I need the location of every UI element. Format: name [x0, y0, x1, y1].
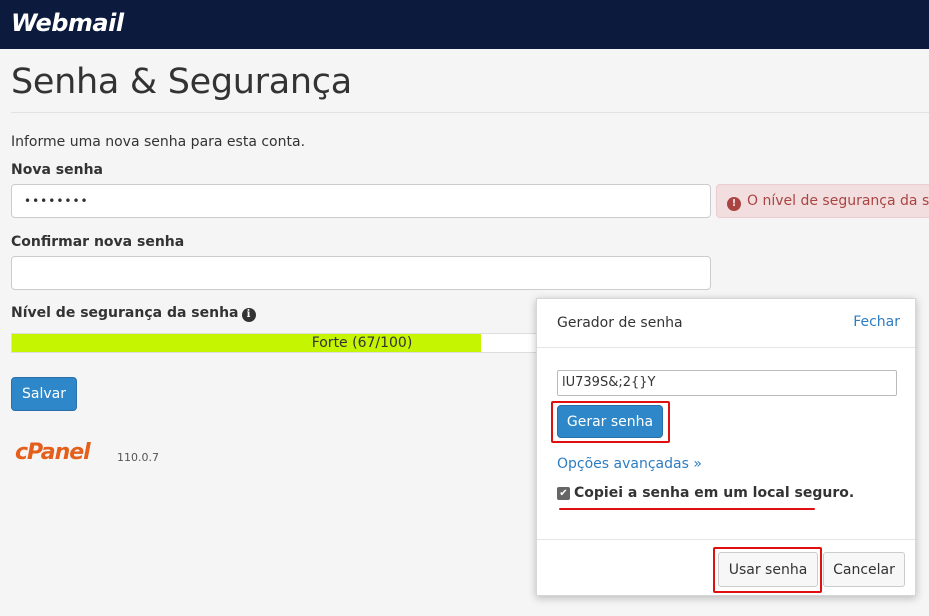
- top-bar: Webmail: [0, 0, 929, 49]
- strength-meter: Forte (67/100): [11, 333, 571, 353]
- title-divider: [11, 112, 929, 113]
- strength-label: Nível de segurança da senha i: [11, 305, 256, 322]
- generated-password-field[interactable]: lU739S&;2{}Y: [557, 370, 897, 396]
- generate-password-button[interactable]: Gerar senha: [557, 405, 663, 438]
- new-password-field[interactable]: ••••••••: [11, 184, 711, 218]
- annotation-underline: [559, 508, 815, 510]
- version-text: 110.0.7: [117, 451, 159, 464]
- password-error-alert: ! O nível de segurança da senha: [716, 184, 929, 218]
- generated-password-value: lU739S&;2{}Y: [562, 375, 656, 390]
- info-circle-icon[interactable]: i: [241, 308, 256, 322]
- dialog-title: Gerador de senha: [557, 315, 683, 331]
- save-button[interactable]: Salvar: [11, 377, 77, 411]
- webmail-logo[interactable]: Webmail: [11, 9, 124, 37]
- use-password-button[interactable]: Usar senha: [718, 552, 818, 587]
- copied-checkbox[interactable]: ✔: [557, 487, 570, 500]
- page-title: Senha & Segurança: [11, 62, 352, 102]
- strength-label-text: Nível de segurança da senha: [11, 305, 239, 321]
- copied-checkbox-label[interactable]: Copiei a senha em um local seguro.: [574, 485, 854, 501]
- dialog-header: Gerador de senha Fechar: [537, 299, 915, 348]
- new-password-label: Nova senha: [11, 162, 103, 178]
- exclamation-circle-icon: !: [727, 197, 741, 211]
- close-link[interactable]: Fechar: [853, 314, 900, 330]
- password-generator-dialog: Gerador de senha Fechar lU739S&;2{}Y Ger…: [536, 298, 916, 596]
- confirm-password-label: Confirmar nova senha: [11, 234, 185, 250]
- checkbox-checked-icon: ✔: [559, 488, 568, 499]
- cpanel-logo: cPanel: [15, 440, 91, 465]
- cancel-button[interactable]: Cancelar: [823, 552, 905, 587]
- advanced-options-link[interactable]: Opções avançadas »: [557, 456, 702, 472]
- intro-text: Informe uma nova senha para esta conta.: [11, 134, 306, 150]
- new-password-value: ••••••••: [24, 194, 89, 208]
- confirm-password-field[interactable]: [11, 256, 711, 290]
- dialog-footer-divider: [537, 539, 915, 540]
- password-error-text: O nível de segurança da senha: [747, 193, 929, 209]
